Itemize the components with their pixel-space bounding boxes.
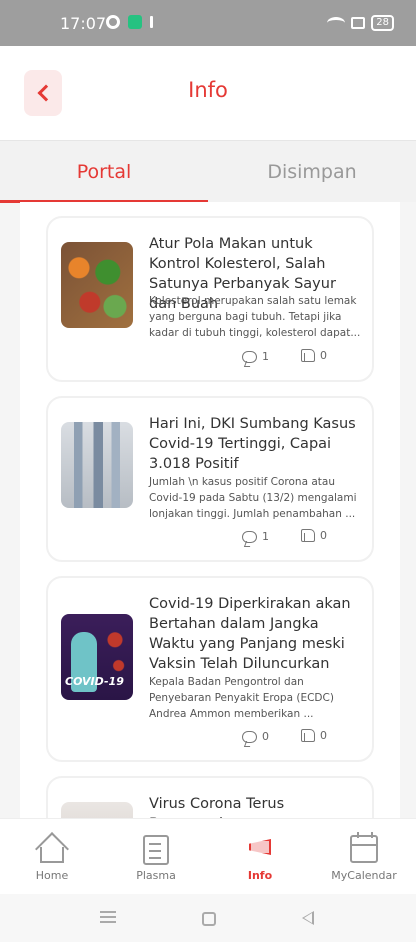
tab-disimpan[interactable]: Disimpan	[208, 141, 416, 203]
article-title: Covid-19 Diperkirakan akan Bertahan dala…	[149, 596, 351, 672]
comment-count[interactable]: 0	[242, 730, 269, 743]
back-triangle-icon[interactable]	[302, 911, 314, 925]
article-card[interactable]: Atur Pola Makan untuk Kontrol Kolesterol…	[46, 216, 374, 382]
thumbs-up-icon	[301, 729, 315, 742]
alert-icon	[150, 16, 153, 28]
app-header: Info	[0, 46, 416, 140]
like-count[interactable]: 0	[301, 349, 327, 362]
clipboard-icon	[143, 835, 169, 865]
nav-plasma[interactable]: Plasma	[104, 819, 208, 895]
system-nav-bar	[0, 894, 416, 942]
status-icons-right: 28	[327, 15, 394, 31]
comment-count[interactable]: 1	[242, 350, 269, 363]
article-list[interactable]: Atur Pola Makan untuk Kontrol Kolesterol…	[20, 202, 400, 818]
comment-count-value: 1	[262, 530, 269, 543]
article-title: Hari Ini, DKI Sumbang Kasus Covid-19 Ter…	[149, 416, 356, 472]
article-excerpt: Kolesterol merupakan salah satu lemak ya…	[149, 295, 361, 339]
recent-apps-icon[interactable]	[100, 911, 116, 913]
calendar-icon	[350, 832, 378, 863]
home-icon	[35, 832, 69, 866]
page-title: Info	[188, 78, 228, 102]
article-card[interactable]: Virus Corona Terus Bermutasi,	[46, 776, 374, 818]
sim-icon	[351, 17, 366, 29]
comment-icon	[242, 530, 257, 543]
article-excerpt: Jumlah \n kasus positif Corona atau Covi…	[149, 476, 357, 520]
megaphone-icon	[245, 835, 275, 859]
article-thumbnail	[61, 242, 133, 328]
nav-label: Home	[35, 869, 69, 882]
like-count-value: 0	[320, 349, 327, 362]
app-notification-icon	[128, 15, 142, 29]
tab-bar: Portal Disimpan	[0, 140, 416, 203]
status-bar: 17:07 28	[0, 0, 416, 46]
wifi-icon	[327, 17, 346, 29]
thumbnail-caption: COVID-19	[65, 675, 124, 688]
nav-mycalendar[interactable]: MyCalendar	[312, 819, 416, 895]
nav-home[interactable]: Home	[0, 819, 104, 895]
like-count-value: 0	[320, 729, 327, 742]
article-thumbnail	[61, 422, 133, 508]
nav-label: Plasma	[136, 869, 176, 882]
nav-label: Info	[247, 869, 273, 882]
comment-count[interactable]: 1	[242, 530, 269, 543]
status-icons-left	[106, 15, 153, 29]
settings-icon	[106, 15, 120, 29]
like-count[interactable]: 0	[301, 529, 327, 542]
status-time: 17:07	[60, 14, 107, 33]
battery-icon: 28	[371, 15, 394, 31]
bottom-nav: Home Plasma Info MyCalendar	[0, 818, 416, 894]
article-card[interactable]: COVID-19 Covid-19 Diperkirakan akan Bert…	[46, 576, 374, 762]
article-thumbnail	[61, 802, 133, 818]
thumbs-up-icon	[301, 349, 315, 362]
article-thumbnail: COVID-19	[61, 614, 133, 700]
article-title: Virus Corona Terus Bermutasi,	[149, 796, 285, 818]
comment-icon	[242, 350, 257, 363]
comment-count-value: 0	[262, 730, 269, 743]
comment-count-value: 1	[262, 350, 269, 363]
comment-icon	[242, 730, 257, 743]
thumbs-up-icon	[301, 529, 315, 542]
like-count-value: 0	[320, 529, 327, 542]
nav-label: MyCalendar	[331, 869, 397, 882]
nav-info[interactable]: Info	[208, 819, 312, 895]
tab-portal[interactable]: Portal	[0, 141, 208, 203]
home-square-icon[interactable]	[202, 912, 216, 926]
article-card[interactable]: Hari Ini, DKI Sumbang Kasus Covid-19 Ter…	[46, 396, 374, 562]
like-count[interactable]: 0	[301, 729, 327, 742]
article-excerpt: Kepala Badan Pengontrol dan Penyebaran P…	[149, 676, 334, 720]
